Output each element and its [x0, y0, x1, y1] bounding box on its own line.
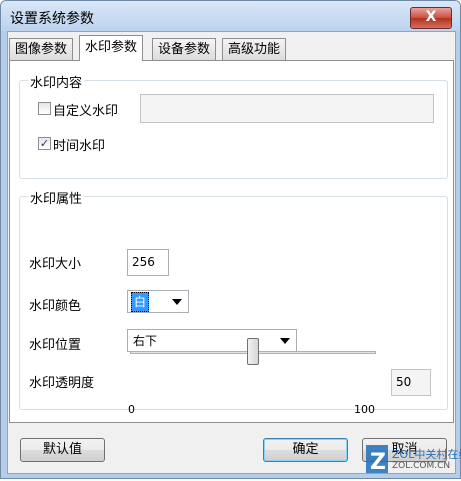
- position-select-value: 右下: [133, 334, 158, 348]
- color-label: 水印颜色: [29, 299, 82, 314]
- window-title: 设置系统参数: [10, 11, 94, 27]
- tab-device-params[interactable]: 设备参数: [152, 38, 217, 60]
- close-button[interactable]: X: [410, 7, 452, 29]
- chevron-down-icon: [172, 299, 182, 305]
- transparency-slider-thumb[interactable]: [247, 338, 259, 365]
- zol-watermark-logo: Z ZOL中关村在线 ZOL.COM.CN: [364, 443, 461, 477]
- watermark-content-group: 水印内容 自定义水印 ✓ 时间水印: [19, 72, 448, 179]
- transparency-value: 50: [391, 369, 431, 396]
- slider-min-label: 0: [128, 403, 135, 416]
- tab-image-params[interactable]: 图像参数: [9, 38, 74, 60]
- color-select-value: 白: [131, 292, 150, 312]
- custom-watermark-checkbox[interactable]: [38, 102, 51, 115]
- slider-max-label: 100: [354, 403, 375, 416]
- size-label: 水印大小: [29, 257, 82, 272]
- position-select[interactable]: 右下: [127, 329, 297, 352]
- group-title-attributes: 水印属性: [28, 188, 85, 207]
- size-input[interactable]: 256: [127, 249, 169, 276]
- chevron-down-icon: [280, 338, 290, 344]
- custom-watermark-label: 自定义水印: [53, 104, 119, 119]
- position-label: 水印位置: [29, 338, 82, 353]
- default-button[interactable]: 默认值: [20, 438, 105, 462]
- group-title-content: 水印内容: [28, 72, 85, 91]
- transparency-label: 水印透明度: [29, 376, 95, 391]
- time-watermark-label: 时间水印: [53, 139, 106, 154]
- tab-strip: 图像参数 水印参数 设备参数 高级功能: [8, 35, 455, 61]
- color-select[interactable]: 白: [127, 290, 189, 313]
- ok-button[interactable]: 确定: [263, 438, 348, 462]
- time-watermark-checkbox[interactable]: ✓: [38, 137, 51, 150]
- tab-watermark-params[interactable]: 水印参数: [79, 35, 144, 61]
- tab-advanced[interactable]: 高级功能: [222, 38, 287, 60]
- dialog-body: 图像参数 水印参数 设备参数 高级功能 水印内容 自定义水印 ✓ 时间水印 水印…: [7, 31, 456, 474]
- custom-watermark-input[interactable]: [140, 94, 434, 123]
- title-bar[interactable]: 设置系统参数 X: [1, 1, 460, 31]
- svg-text:Z: Z: [370, 450, 386, 475]
- settings-dialog: 设置系统参数 X 图像参数 水印参数 设备参数 高级功能 水印内容 自定义水印 …: [0, 0, 461, 479]
- watermark-panel: 水印内容 自定义水印 ✓ 时间水印 水印属性 水印大小 256 水印颜色 白 水…: [9, 60, 454, 423]
- zol-logo-text: ZOL中关村在线: [392, 448, 461, 461]
- zol-logo-url: ZOL.COM.CN: [392, 461, 451, 471]
